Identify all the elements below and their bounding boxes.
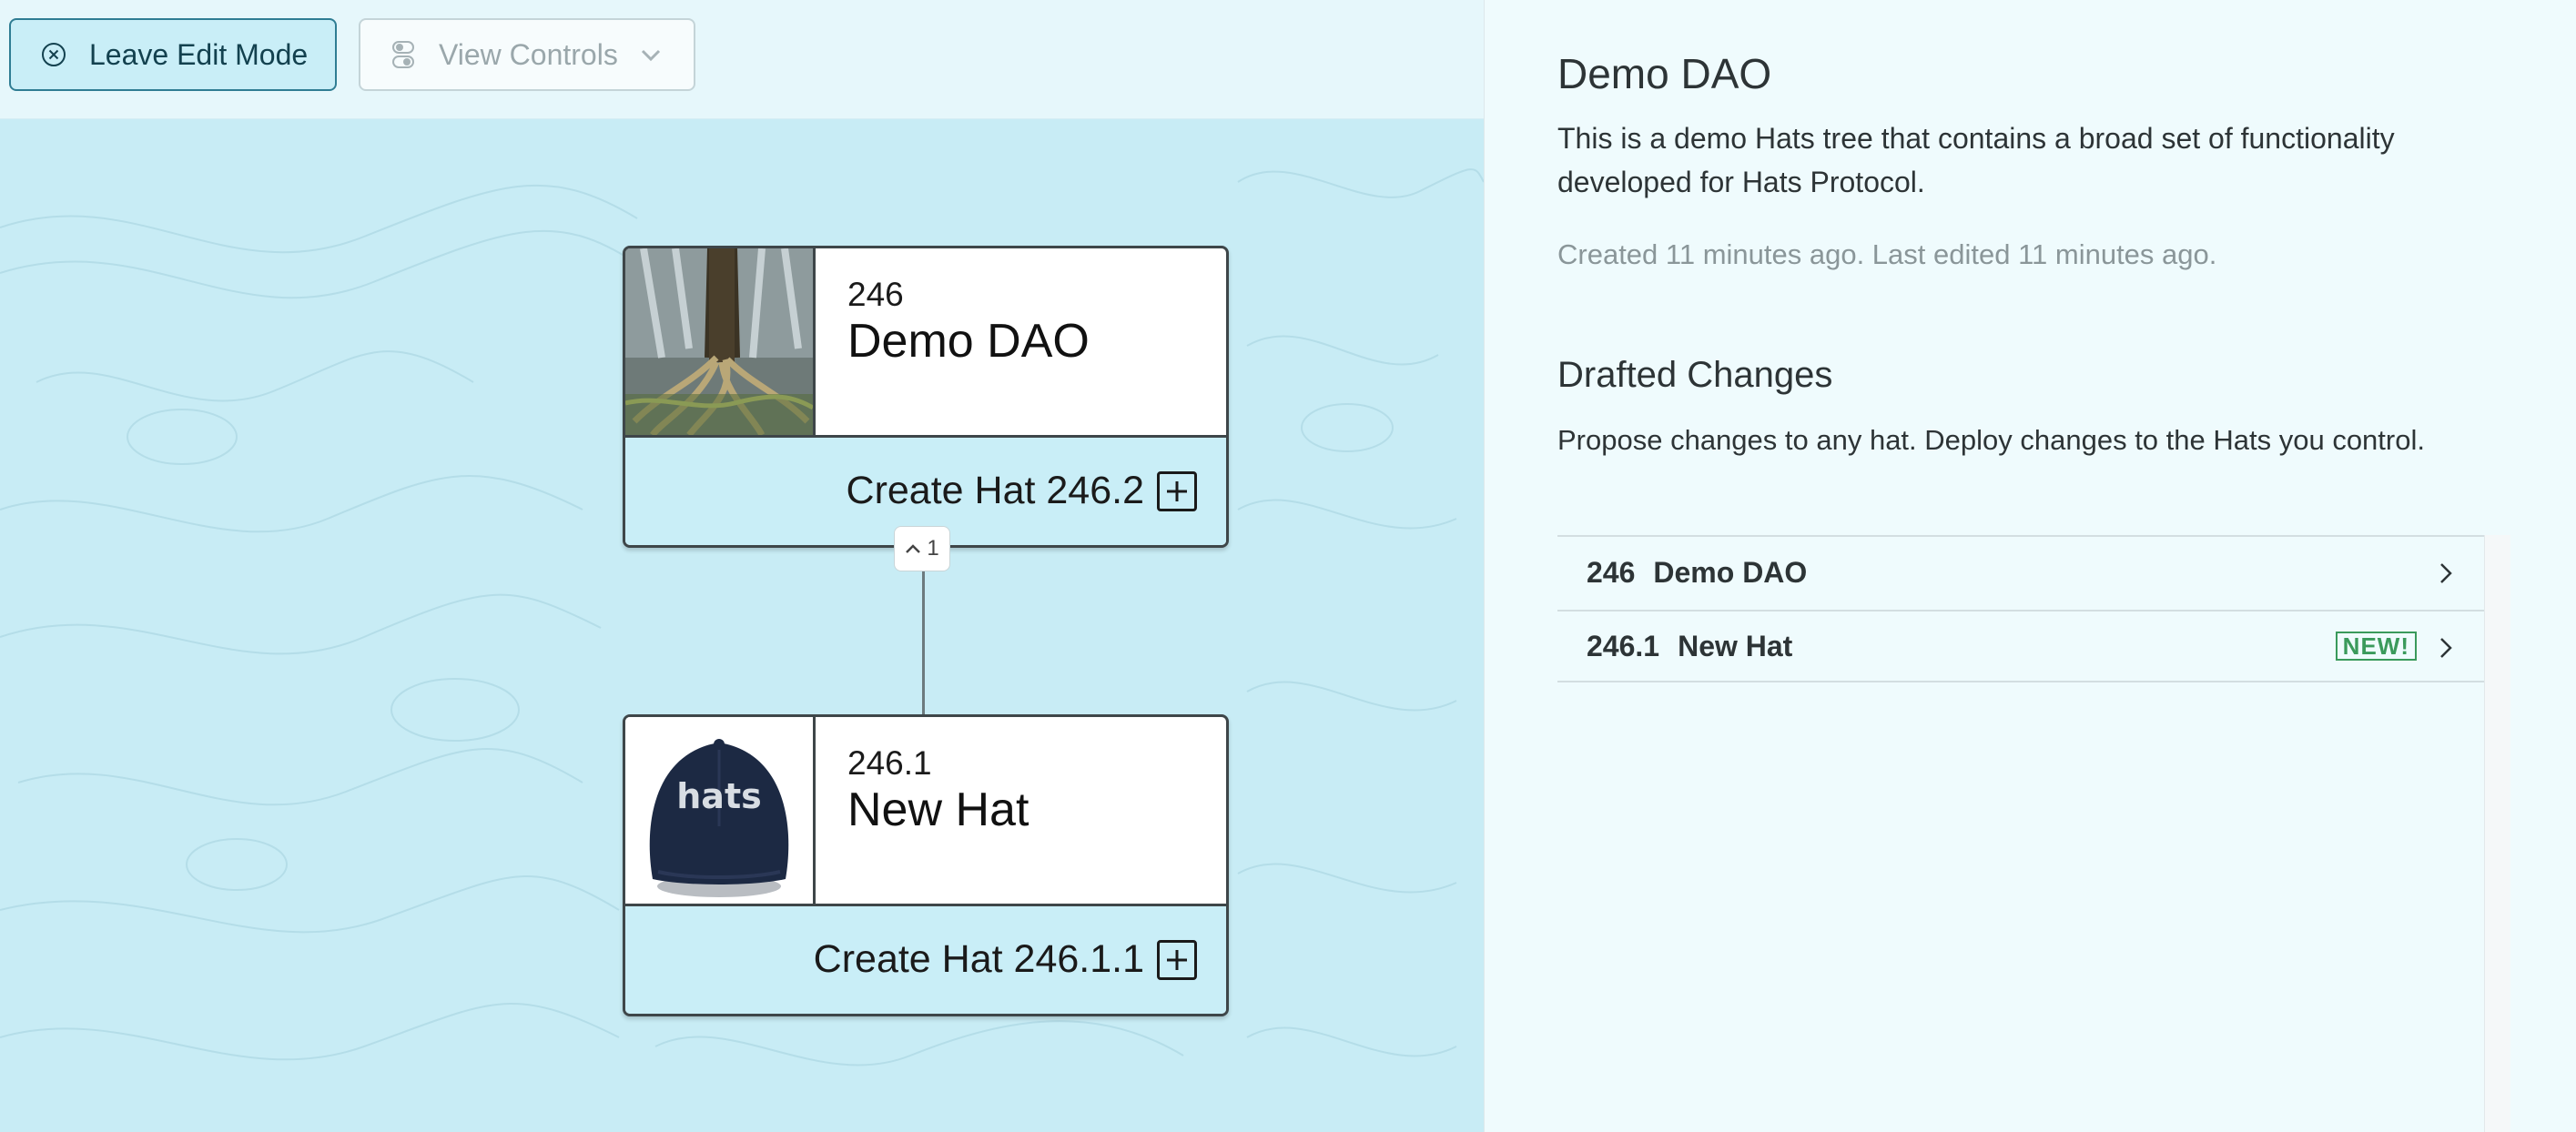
view-controls-button[interactable]: View Controls xyxy=(359,18,695,91)
drafted-changes-description: Propose changes to any hat. Deploy chang… xyxy=(1557,424,2425,456)
chevron-right-icon xyxy=(2440,563,2452,583)
create-hat-button[interactable]: Create Hat 246.2 xyxy=(847,469,1197,513)
plus-icon xyxy=(1157,939,1197,980)
close-circle-icon xyxy=(42,43,66,66)
draft-change-row[interactable]: 246 Demo DAO xyxy=(1557,535,2484,608)
draft-hat-name: Demo DAO xyxy=(1653,555,1808,589)
hat-card-246-1[interactable]: hats 246.1 New Hat Create Hat 246.1.1 xyxy=(623,714,1229,1016)
chevron-up-icon xyxy=(906,544,921,553)
tree-details-panel: Demo DAO This is a demo Hats tree that c… xyxy=(1484,0,2576,1132)
draft-hat-name: New Hat xyxy=(1678,629,1793,662)
create-hat-label: Create Hat 246.2 xyxy=(846,469,1144,512)
panel-title: Demo DAO xyxy=(1557,50,1772,97)
hat-id: 246 xyxy=(847,276,904,313)
hat-image xyxy=(625,248,816,435)
collapse-children-button[interactable]: 1 xyxy=(894,526,950,571)
draft-hat-id: 246 xyxy=(1587,555,1636,589)
hat-name: Demo DAO xyxy=(847,315,1090,368)
hat-card-header[interactable]: hats 246.1 New Hat xyxy=(625,717,1226,906)
draft-change-row[interactable]: 246.1 New Hat NEW! xyxy=(1557,610,2484,682)
drafted-changes-heading: Drafted Changes xyxy=(1557,355,1833,395)
draft-hat-id: 246.1 xyxy=(1587,629,1660,662)
hat-card-footer: Create Hat 246.1.1 xyxy=(625,906,1226,1014)
cap-image: hats xyxy=(625,717,813,904)
leave-edit-mode-button[interactable]: Leave Edit Mode xyxy=(9,18,337,91)
view-controls-label: View Controls xyxy=(439,37,618,71)
create-hat-label: Create Hat 246.1.1 xyxy=(813,937,1144,981)
hat-id: 246.1 xyxy=(847,744,932,782)
hat-name: New Hat xyxy=(847,783,1029,836)
chevron-down-icon xyxy=(641,49,660,62)
toggle-icon xyxy=(392,41,414,68)
create-hat-button[interactable]: Create Hat 246.1.1 xyxy=(814,937,1197,982)
scrollbar[interactable] xyxy=(2484,535,2510,1132)
panel-description: This is a demo Hats tree that contains a… xyxy=(1557,122,2395,198)
cap-logo-text: hats xyxy=(676,776,761,816)
hat-image: hats xyxy=(625,717,816,904)
new-badge: NEW! xyxy=(2335,632,2417,661)
tree-connector-line xyxy=(922,564,925,715)
hat-card-header[interactable]: 246 Demo DAO xyxy=(625,248,1226,438)
plus-icon xyxy=(1157,470,1197,511)
hat-card-246[interactable]: 246 Demo DAO Create Hat 246.2 xyxy=(623,246,1229,548)
child-count: 1 xyxy=(927,536,939,561)
tree-roots-image xyxy=(625,248,813,435)
chevron-right-icon xyxy=(2440,638,2452,658)
panel-timestamps: Created 11 minutes ago. Last edited 11 m… xyxy=(1557,238,2217,270)
leave-edit-mode-label: Leave Edit Mode xyxy=(89,37,309,71)
tree-canvas[interactable]: Leave Edit Mode View Controls 246 Demo D… xyxy=(0,0,1484,1132)
